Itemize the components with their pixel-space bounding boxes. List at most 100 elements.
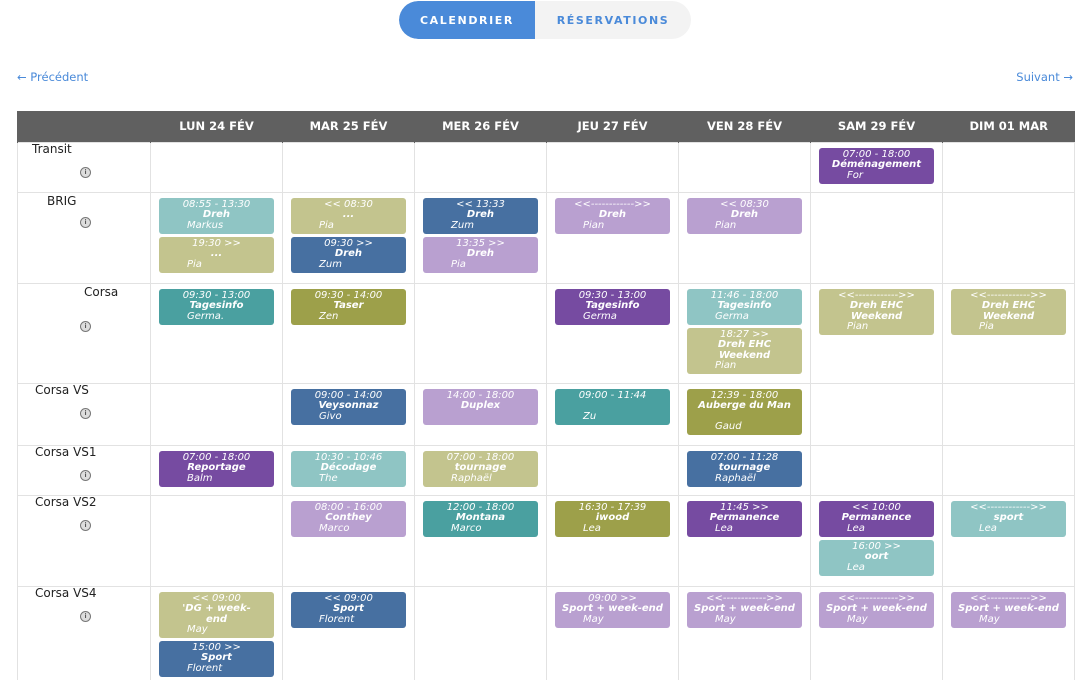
reservation-event[interactable]: <<------------>> Sport + week-end May [687,591,802,628]
reservation-event[interactable]: 09:30 - 14:00 Taser Zen [291,288,406,325]
reservation-event[interactable]: 11:45 >> Permanence Lea [687,500,802,537]
info-icon[interactable]: i [80,610,91,622]
info-icon[interactable]: i [80,320,91,332]
reservation-event[interactable]: <<------------>> Dreh EHC Weekend Pia [951,288,1066,335]
day-cell[interactable]: <<------------>> Dreh Pian [546,191,679,284]
reservation-event[interactable]: 16:30 - 17:39 iwood Lea [555,500,670,537]
day-cell[interactable]: <<------------>> Sport + week-end May [678,585,811,680]
reservation-event[interactable]: <<------------>> Dreh Pian [555,197,670,234]
next-week-link[interactable]: Suivant → [1016,70,1073,84]
day-cell[interactable]: 16:30 - 17:39 iwood Lea [546,494,679,587]
day-cell[interactable]: 11:45 >> Permanence Lea [678,494,811,587]
day-cell[interactable]: 09:00 - 11:44 Zu [546,382,679,446]
day-cell[interactable] [810,382,943,446]
reservation-event[interactable]: 11:46 - 18:00 Tagesinfo Germa [687,288,802,325]
day-cell[interactable]: 11:46 - 18:00 Tagesinfo Germa 18:27 >> Dreh … [678,282,811,384]
reservation-event[interactable]: 07:00 - 11:28 tournage Raphaël [687,450,802,487]
reservation-event[interactable]: <<------------>> Sport + week-end May [951,591,1066,628]
day-cell[interactable]: 07:00 - 18:00 Reportage Balm [150,444,283,496]
reservation-event[interactable]: 09:30 - 13:00 Tagesinfo Germa. [159,288,274,325]
reservation-event[interactable]: <<------------>> sport Lea [951,500,1066,537]
reservation-event[interactable]: 09:00 - 14:00 Veysonnaz Givo [291,388,406,425]
day-cell[interactable]: 12:39 - 18:00 Auberge du Man Gaud [678,382,811,446]
day-cell[interactable]: 12:00 - 18:00 Montana Marco [414,494,547,587]
reservation-event[interactable]: << 13:33 Dreh Zum [423,197,538,234]
day-cell[interactable] [150,141,283,193]
reservation-event[interactable]: 07:00 - 18:00 Déménagement For [819,147,934,184]
reservation-event[interactable]: <<------------>> Dreh EHC Weekend Pian [819,288,934,335]
day-cell[interactable]: << 09:00 Sport Florent [282,585,415,680]
reservation-event[interactable]: 08:00 - 16:00 Conthey Marco [291,500,406,537]
previous-week-link[interactable]: ← Précédent [17,70,88,84]
day-cell[interactable]: << 09:00 'DG + week-end May 15:00 >> Sport Fl… [150,585,283,680]
day-cell[interactable]: 09:30 - 13:00 Tagesinfo Germa [546,282,679,384]
info-icon[interactable]: i [80,216,91,228]
day-cell[interactable] [942,382,1075,446]
reservation-event[interactable]: 07:00 - 18:00 tournage Raphaël [423,450,538,487]
day-cell[interactable] [942,444,1075,496]
reservation-event[interactable]: 16:00 >> oort Lea [819,539,934,576]
day-cell[interactable]: 09:00 - 14:00 Veysonnaz Givo [282,382,415,446]
day-cell[interactable]: << 08:30... Pia 09:30 >> Dreh Zum [282,191,415,284]
reservation-event[interactable]: 10:30 - 10:46 Décodage The [291,450,406,487]
day-cell[interactable] [810,444,943,496]
day-cell[interactable]: 07:00 - 18:00 Déménagement For [810,141,943,193]
day-cell[interactable] [414,141,547,193]
reservation-event[interactable]: 12:00 - 18:00 Montana Marco [423,500,538,537]
day-cell[interactable] [150,382,283,446]
day-cell[interactable] [942,141,1075,193]
reservation-event[interactable]: 09:00 >> Sport + week-end May [555,591,670,628]
day-cell[interactable] [546,141,679,193]
reservation-event[interactable]: << 09:00 Sport Florent [291,591,406,628]
reservation-event[interactable]: 18:27 >> Dreh EHC Weekend Pian [687,327,802,374]
tab-calendar[interactable]: CALENDRIER [399,1,535,39]
day-cell[interactable] [150,494,283,587]
day-cell[interactable]: 14:00 - 18:00 Duplex [414,382,547,446]
day-cell[interactable] [942,191,1075,284]
day-cell[interactable]: 09:00 >> Sport + week-end May [546,585,679,680]
day-cell[interactable]: 10:30 - 10:46 Décodage The [282,444,415,496]
day-cell[interactable]: 08:00 - 16:00 Conthey Marco [282,494,415,587]
info-icon[interactable]: i [80,407,91,419]
reservation-event[interactable]: 09:30 >> Dreh Zum [291,236,406,273]
reservation-event[interactable]: <<------------>> Sport + week-end May [819,591,934,628]
day-cell[interactable] [414,585,547,680]
day-cell[interactable] [282,141,415,193]
day-cell[interactable]: 07:00 - 18:00 tournage Raphaël [414,444,547,496]
day-cell[interactable]: 09:30 - 13:00 Tagesinfo Germa. [150,282,283,384]
day-cell[interactable]: << 08:30 Dreh Pian [678,191,811,284]
day-cell[interactable]: 08:55 - 13:30 Dreh Markus 19:30 >>... Pia [150,191,283,284]
reservation-event[interactable]: 08:55 - 13:30 Dreh Markus [159,197,274,234]
reservation-event[interactable]: 07:00 - 18:00 Reportage Balm [159,450,274,487]
reservation-event[interactable]: 15:00 >> Sport Florent [159,640,274,677]
day-cell[interactable] [414,282,547,384]
day-cell[interactable]: <<------------>> sport Lea [942,494,1075,587]
event-title: Duplex [460,400,501,411]
day-cell[interactable] [546,444,679,496]
reservation-event[interactable]: << 09:00 'DG + week-end May [159,591,274,638]
info-icon[interactable]: i [80,519,91,531]
day-cell[interactable] [678,141,811,193]
reservation-event[interactable]: 09:30 - 13:00 Tagesinfo Germa [555,288,670,325]
tab-reservations[interactable]: RÉSERVATIONS [535,1,691,39]
reservation-event[interactable]: << 08:30... Pia [291,197,406,234]
info-icon[interactable]: i [80,469,91,481]
reservation-event[interactable]: 12:39 - 18:00 Auberge du Man Gaud [687,388,802,435]
day-cell[interactable]: << 10:00 Permanence Lea 16:00 >> oort Lea [810,494,943,587]
day-cell[interactable]: 07:00 - 11:28 tournage Raphaël [678,444,811,496]
reservation-event[interactable]: 19:30 >>... Pia [159,236,274,273]
day-cell[interactable]: <<------------>> Dreh EHC Weekend Pia [942,282,1075,384]
day-cell[interactable] [810,191,943,284]
day-cell[interactable]: 09:30 - 14:00 Taser Zen [282,282,415,384]
reservation-event[interactable]: << 10:00 Permanence Lea [819,500,934,537]
reservation-event[interactable]: 09:00 - 11:44 Zu [555,388,670,425]
event-title: Taser [333,300,364,311]
reservation-event[interactable]: 13:35 >> Dreh Pia [423,236,538,273]
info-icon[interactable]: i [80,166,91,178]
reservation-event[interactable]: << 08:30 Dreh Pian [687,197,802,234]
day-cell[interactable]: <<------------>> Sport + week-end May [942,585,1075,680]
day-cell[interactable]: <<------------>> Sport + week-end May [810,585,943,680]
day-cell[interactable]: <<------------>> Dreh EHC Weekend Pian [810,282,943,384]
reservation-event[interactable]: 14:00 - 18:00 Duplex [423,388,538,425]
day-cell[interactable]: << 13:33 Dreh Zum 13:35 >> Dreh Pia [414,191,547,284]
